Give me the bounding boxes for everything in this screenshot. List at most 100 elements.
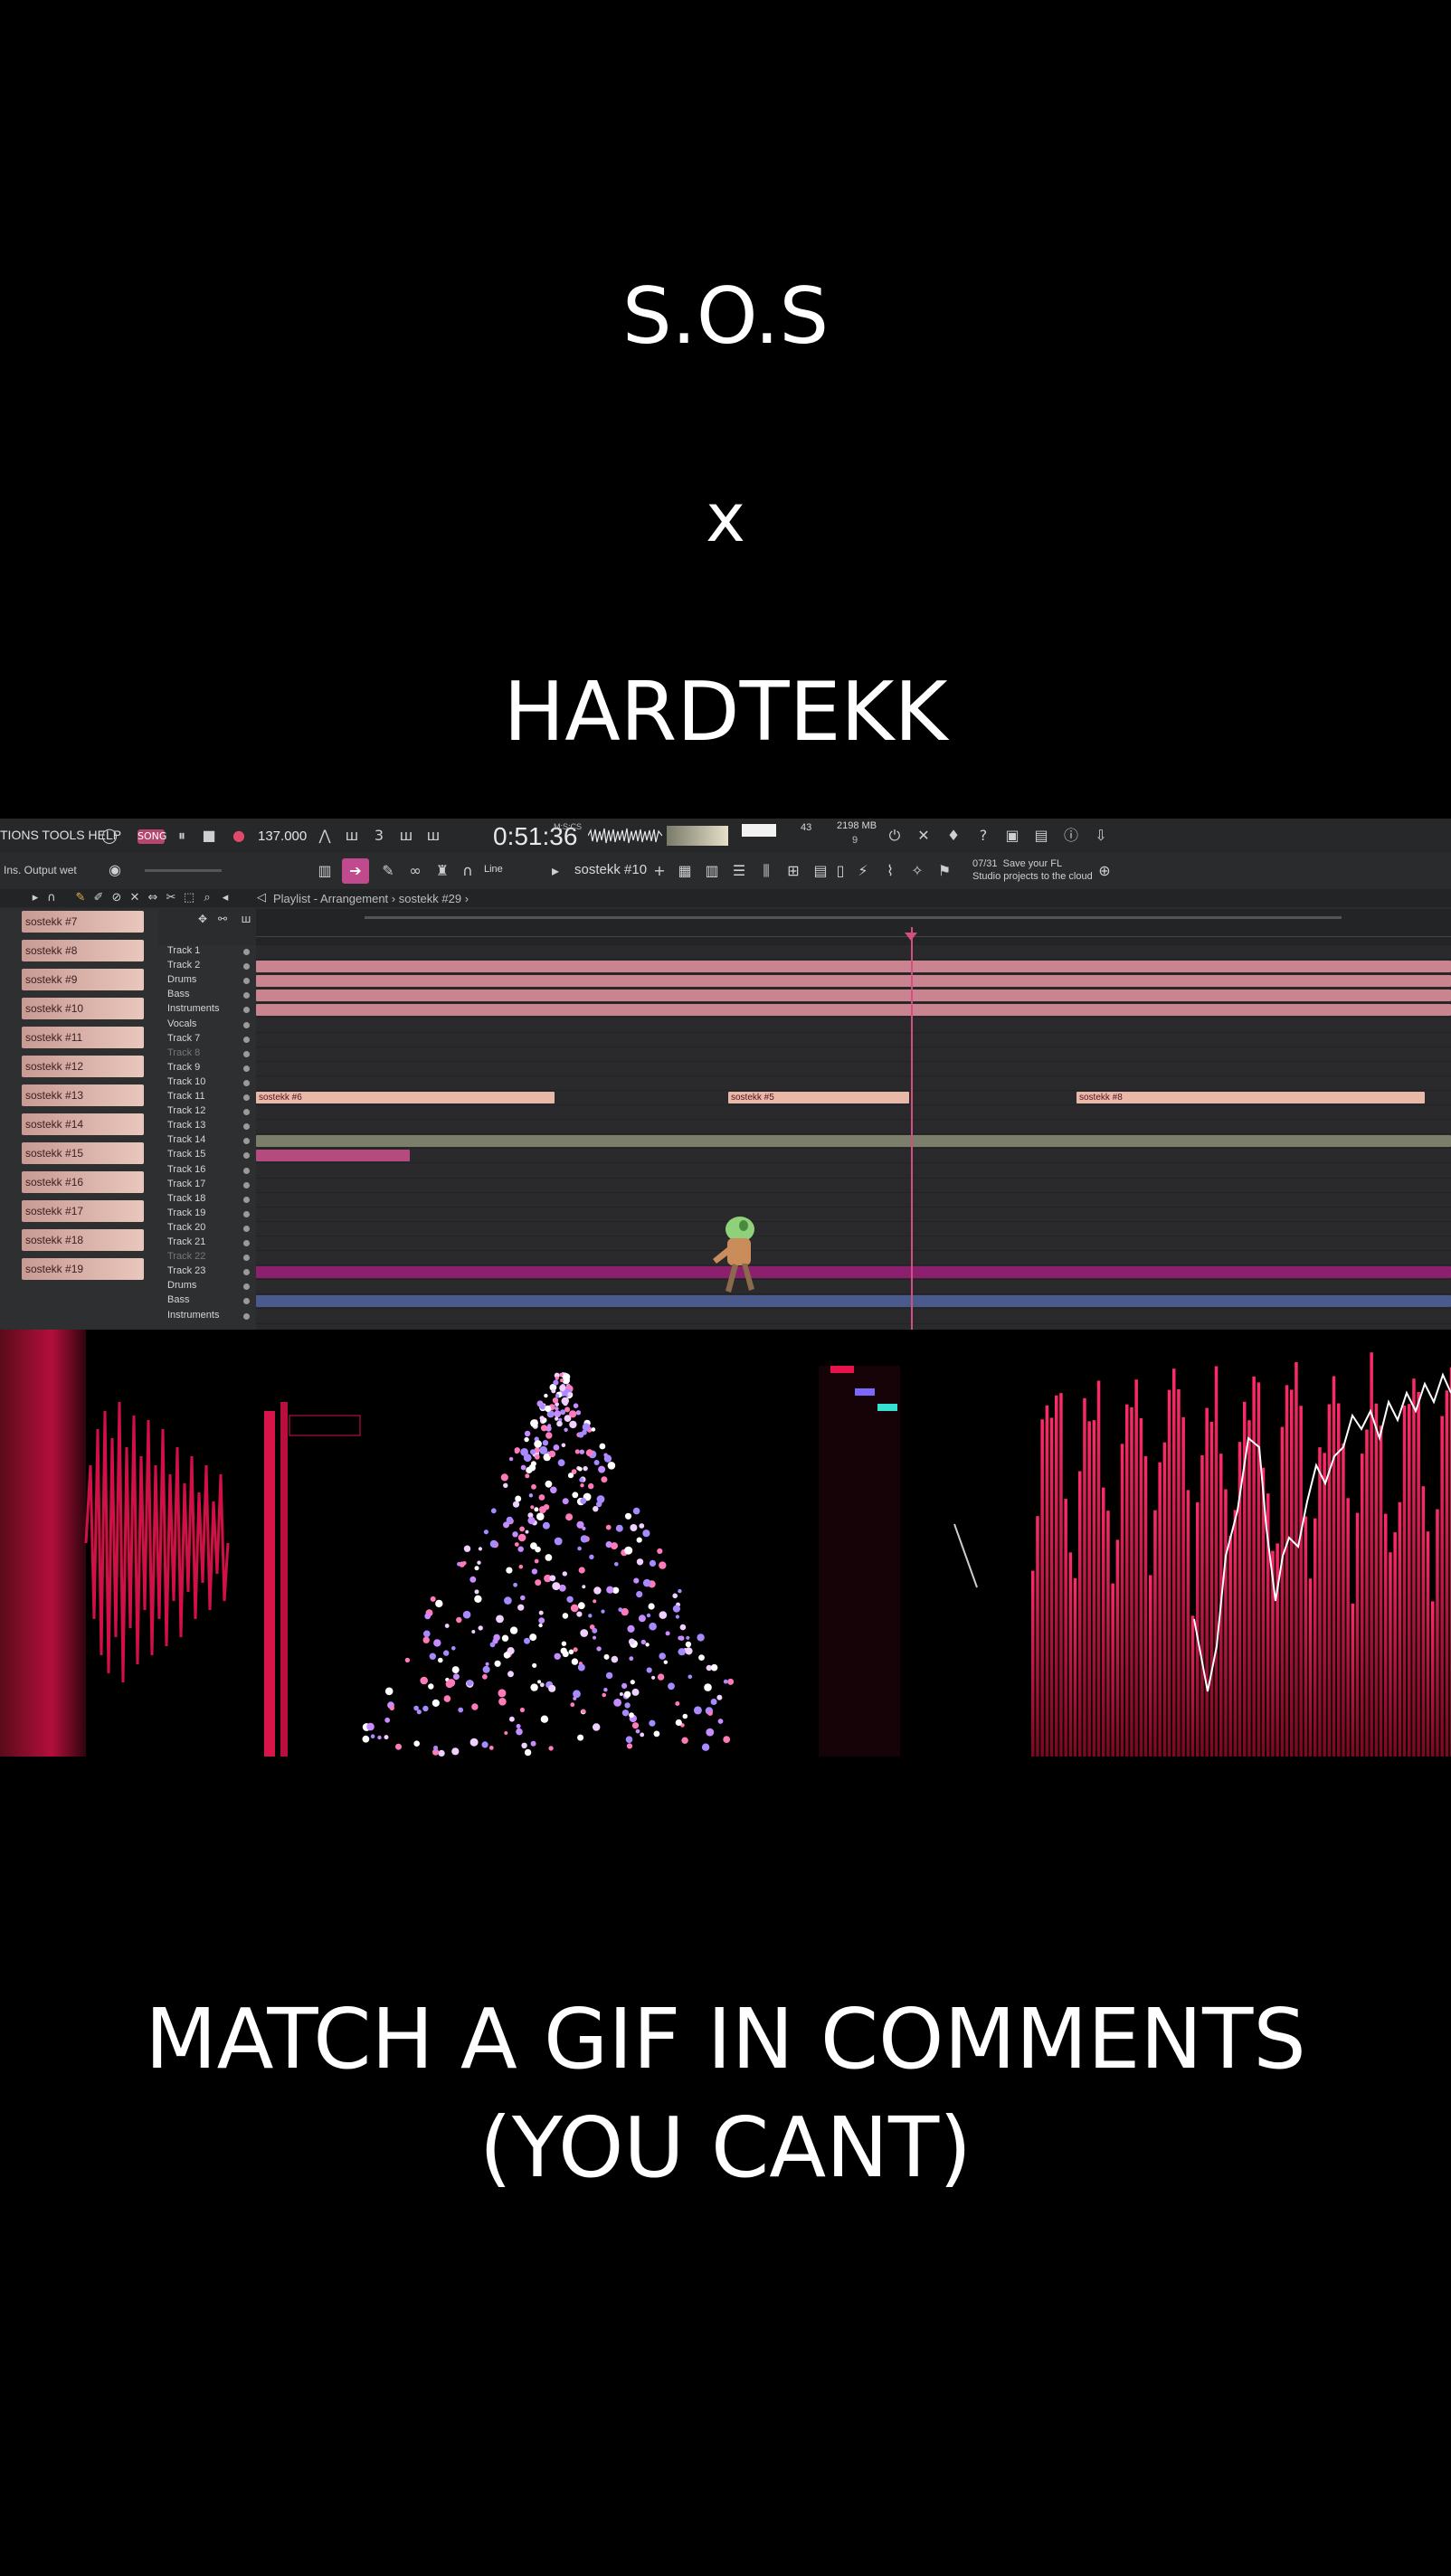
track-name[interactable]: Track 18 bbox=[167, 1193, 205, 1204]
track-name[interactable]: Track 21 bbox=[167, 1236, 205, 1247]
playlist-lane[interactable] bbox=[256, 1193, 1451, 1208]
link-icon[interactable]: ∞ bbox=[407, 863, 423, 879]
metronome-icon[interactable]: ⋀ bbox=[317, 828, 333, 844]
tempo-display[interactable]: 137.000 bbox=[258, 829, 307, 844]
playlist-lane[interactable] bbox=[256, 1310, 1451, 1324]
track-mute-dot[interactable] bbox=[243, 963, 250, 971]
track-mute-dot[interactable] bbox=[243, 1167, 250, 1174]
track-name[interactable]: Track 14 bbox=[167, 1134, 205, 1145]
paint-icon[interactable]: ✐ bbox=[90, 890, 107, 906]
master-slider[interactable] bbox=[145, 869, 222, 872]
cart-icon[interactable]: ⚑ bbox=[936, 863, 953, 879]
plugin-icon[interactable]: ▤ bbox=[1033, 828, 1049, 844]
track-mute-dot[interactable] bbox=[243, 1196, 250, 1203]
playlist-lane[interactable] bbox=[256, 1120, 1451, 1135]
draw-icon[interactable]: ✎ bbox=[380, 863, 396, 879]
pattern-clip[interactable]: sostekk #5 bbox=[728, 1092, 909, 1103]
scroll-overview[interactable] bbox=[365, 916, 1342, 919]
playlist-lane[interactable] bbox=[256, 1280, 1451, 1295]
rack-channel[interactable]: sostekk #8 bbox=[22, 940, 144, 961]
plug-icon[interactable]: ⚡ bbox=[855, 863, 871, 879]
track-mute-dot[interactable] bbox=[243, 1109, 250, 1116]
grid-icon[interactable]: ш bbox=[238, 911, 254, 927]
track-name[interactable]: Track 13 bbox=[167, 1120, 205, 1131]
pattern-clip[interactable] bbox=[256, 1004, 1451, 1017]
track-mute-dot[interactable] bbox=[243, 949, 250, 955]
slice-icon[interactable]: ✂ bbox=[163, 890, 179, 906]
track-mute-dot[interactable] bbox=[243, 1123, 250, 1131]
track-name[interactable]: Track 8 bbox=[167, 1047, 200, 1058]
pause-icon[interactable]: ⏸ bbox=[174, 828, 190, 844]
playlist-lane[interactable] bbox=[256, 1062, 1451, 1076]
playlist-icon[interactable]: ▦ bbox=[677, 863, 693, 879]
tag-icon[interactable]: ✧ bbox=[909, 863, 925, 879]
track-mute-dot[interactable] bbox=[243, 1007, 250, 1014]
pattern-clip[interactable] bbox=[256, 1135, 1451, 1148]
microphone-icon[interactable]: ♦ bbox=[945, 828, 962, 844]
pattern-clip[interactable] bbox=[256, 975, 1451, 988]
slip-icon[interactable]: ⇔ bbox=[145, 890, 161, 906]
pattern-clip[interactable]: sostekk #6 bbox=[256, 1092, 555, 1103]
cloud-hint[interactable]: 07/31 Save your FL Studio projects to th… bbox=[972, 857, 1093, 883]
playlist-lane[interactable] bbox=[256, 1236, 1451, 1251]
browser-icon[interactable]: ☰ bbox=[731, 863, 747, 879]
track-mute-dot[interactable] bbox=[243, 1050, 250, 1057]
playlist-lane[interactable] bbox=[256, 1164, 1451, 1179]
track-mute-dot[interactable] bbox=[243, 1298, 250, 1305]
timeline-ruler[interactable]: ✥ ⚯ ш bbox=[198, 909, 1451, 945]
blend-notes-icon[interactable]: ш bbox=[425, 828, 441, 844]
track-mute-dot[interactable] bbox=[243, 1269, 250, 1276]
playlist-lane[interactable] bbox=[256, 1251, 1451, 1266]
track-mute-dot[interactable] bbox=[243, 1255, 250, 1262]
playlist-lane[interactable] bbox=[256, 1222, 1451, 1236]
track-mute-dot[interactable] bbox=[243, 1312, 250, 1320]
rack-channel[interactable]: sostekk #19 bbox=[22, 1258, 144, 1280]
file-icon[interactable]: ▯ bbox=[832, 863, 849, 879]
save-icon[interactable]: ▣ bbox=[1004, 828, 1020, 844]
track-mute-dot[interactable] bbox=[243, 1138, 250, 1145]
track-mute-dot[interactable] bbox=[243, 1240, 250, 1246]
rack-channel[interactable]: sostekk #14 bbox=[22, 1113, 144, 1135]
playlist-lane[interactable] bbox=[256, 1179, 1451, 1193]
snap-select[interactable]: Line bbox=[484, 864, 503, 875]
track-name[interactable]: Track 1 bbox=[167, 945, 200, 956]
rack-channel[interactable]: sostekk #18 bbox=[22, 1229, 144, 1251]
info-icon[interactable]: ⓘ bbox=[1063, 828, 1079, 844]
track-name[interactable]: Track 9 bbox=[167, 1062, 200, 1073]
track-mute-dot[interactable] bbox=[243, 1152, 250, 1160]
track-name[interactable]: Drums bbox=[167, 1280, 196, 1291]
wait-input-icon[interactable]: ш bbox=[344, 828, 360, 844]
power-icon[interactable]: ⏻ bbox=[887, 828, 903, 844]
rack-channel[interactable]: sostekk #17 bbox=[22, 1200, 144, 1222]
pattern-clip[interactable] bbox=[256, 961, 1451, 973]
brush-icon[interactable]: ⌇ bbox=[882, 863, 898, 879]
track-name[interactable]: Track 15 bbox=[167, 1149, 205, 1160]
play-arrow-icon[interactable]: ▸ bbox=[547, 863, 564, 879]
pattern-clip[interactable]: sostekk #8 bbox=[1076, 1092, 1425, 1103]
track-mute-dot[interactable] bbox=[243, 1079, 250, 1086]
track-name[interactable]: Track 19 bbox=[167, 1208, 205, 1218]
pattern-selector[interactable]: sostekk #10 bbox=[574, 862, 647, 877]
playback-icon[interactable]: ◂ bbox=[217, 890, 233, 906]
track-name[interactable]: Track 20 bbox=[167, 1222, 205, 1233]
magnet-small-icon[interactable]: ∩ bbox=[43, 890, 60, 906]
track-mute-dot[interactable] bbox=[243, 1225, 250, 1232]
delete-icon[interactable]: ⊘ bbox=[109, 890, 125, 906]
track-mute-dot[interactable] bbox=[243, 1283, 250, 1291]
rack-channel[interactable]: sostekk #10 bbox=[22, 998, 144, 1019]
tools-icon[interactable]: ✕ bbox=[915, 828, 932, 844]
rack-channel[interactable]: sostekk #9 bbox=[22, 969, 144, 990]
download-icon[interactable]: ⇩ bbox=[1093, 828, 1109, 844]
track-name[interactable]: Bass bbox=[167, 989, 189, 999]
select-icon[interactable]: ⬚ bbox=[181, 890, 197, 906]
track-mute-dot[interactable] bbox=[243, 1210, 250, 1217]
magnet-icon[interactable]: ∩ bbox=[460, 863, 476, 879]
track-name[interactable]: Vocals bbox=[167, 1018, 196, 1029]
track-name[interactable]: Track 17 bbox=[167, 1179, 205, 1189]
playlist-lane[interactable] bbox=[256, 1047, 1451, 1062]
track-name[interactable]: Track 22 bbox=[167, 1251, 205, 1262]
mixer-icon[interactable]: ⫼ bbox=[758, 863, 774, 879]
link-small-icon[interactable]: ⚯ bbox=[214, 911, 231, 927]
playlist-lane[interactable] bbox=[256, 1033, 1451, 1047]
stamp-icon[interactable]: ♜ bbox=[434, 863, 450, 879]
